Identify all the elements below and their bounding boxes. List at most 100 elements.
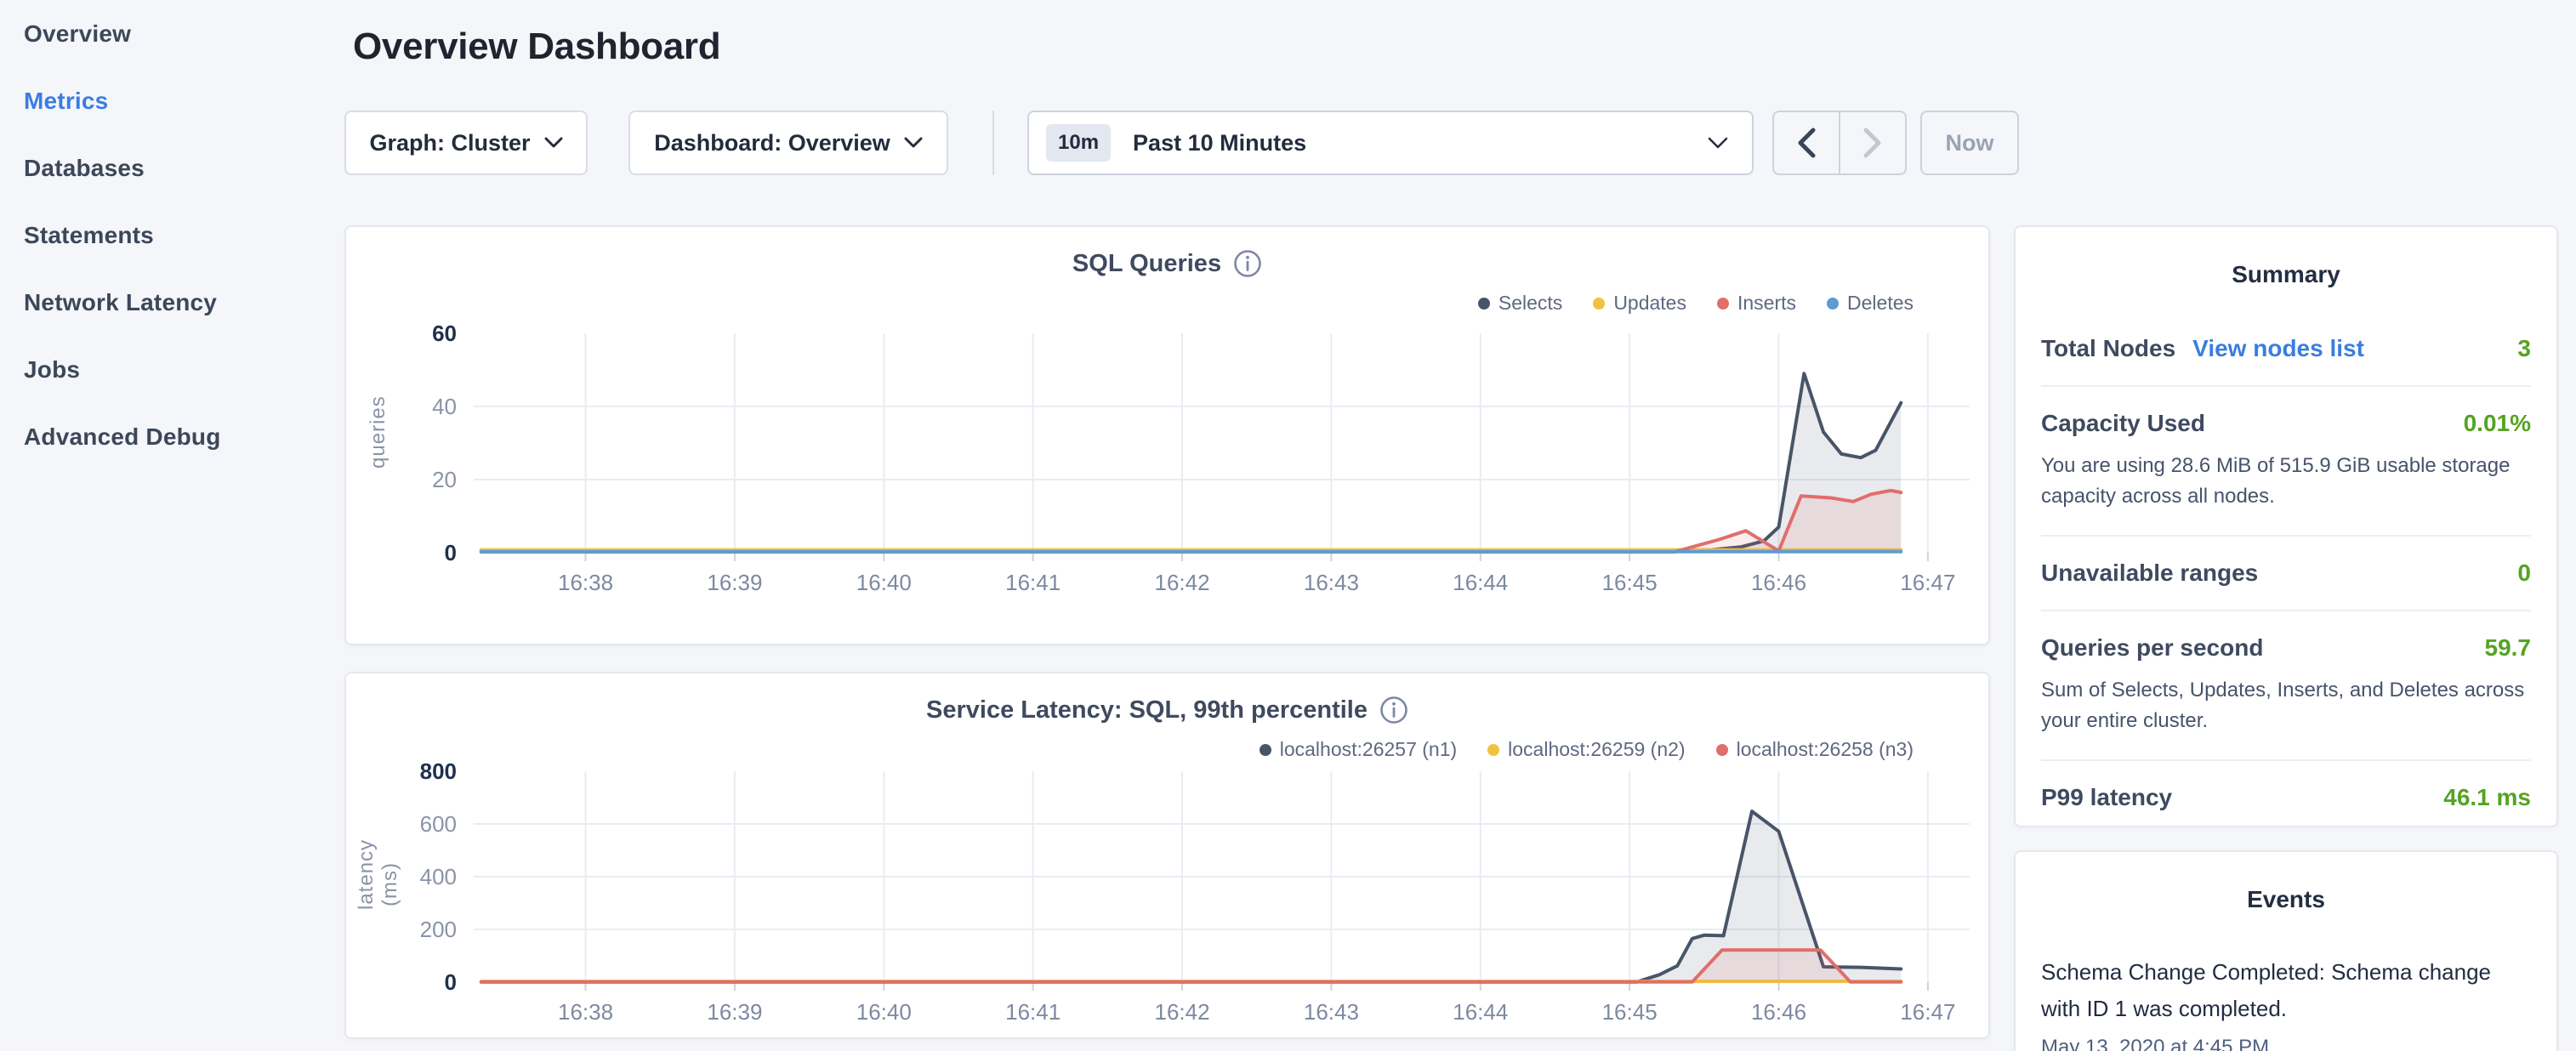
legend-item-inserts: Inserts: [1717, 292, 1796, 315]
y-axis-title: latency (ms): [355, 859, 402, 910]
chevron-down-icon: [544, 137, 563, 149]
sidebar-item-jobs[interactable]: Jobs: [0, 336, 342, 403]
sidebar-item-advanced-debug[interactable]: Advanced Debug: [0, 403, 342, 470]
svg-text:16:42: 16:42: [1154, 570, 1209, 595]
legend-label: localhost:26257 (n1): [1280, 738, 1457, 761]
svg-text:400: 400: [420, 864, 457, 889]
toolbar-divider: [992, 111, 994, 175]
summary-row-unavailable-ranges: Unavailable ranges 0: [2041, 535, 2531, 610]
legend-label: localhost:26258 (n3): [1737, 738, 1914, 761]
legend-label: localhost:26259 (n2): [1508, 738, 1685, 761]
summary-title: Summary: [2016, 261, 2556, 288]
time-window-picker[interactable]: 10m Past 10 Minutes: [1027, 111, 1754, 175]
summary-metric-label: Capacity Used: [2041, 410, 2205, 437]
svg-text:40: 40: [432, 394, 457, 419]
sql-queries-chart-card: SQL Queries SelectsUpdatesInsertsDeletes…: [344, 225, 1990, 645]
graph-dropdown-label: Graph: Cluster: [369, 130, 530, 156]
y-axis-title: queries: [367, 418, 390, 469]
chevron-right-icon: [1862, 128, 1883, 158]
summary-metric-label: Total Nodes: [2041, 335, 2175, 362]
summary-row-p99-latency: P99 latency46.1 ms: [2041, 759, 2531, 834]
summary-metric-value: 0.01%: [2464, 410, 2531, 437]
sidebar-item-statements[interactable]: Statements: [0, 202, 342, 269]
legend-dot-icon: [1717, 298, 1729, 310]
sidebar-item-metrics[interactable]: Metrics: [0, 67, 342, 134]
summary-row-queries-per-second: Queries per second59.7Sum of Selects, Up…: [2041, 610, 2531, 759]
sidebar: OverviewMetricsDatabasesStatementsNetwor…: [0, 0, 342, 1051]
next-time-button[interactable]: [1839, 112, 1905, 173]
prev-time-button[interactable]: [1774, 112, 1839, 173]
svg-text:60: 60: [432, 325, 457, 346]
legend-item-selects: Selects: [1478, 292, 1562, 315]
legend-label: Deletes: [1847, 292, 1914, 315]
time-step-buttons: [1772, 111, 1907, 175]
summary-metric-label: Queries per second: [2041, 634, 2263, 662]
event-message: Schema Change Completed: Schema change w…: [2041, 954, 2531, 1027]
info-icon[interactable]: [1379, 696, 1408, 724]
service-latency-chart-card: Service Latency: SQL, 99th percentile lo…: [344, 672, 1990, 1039]
svg-text:16:38: 16:38: [558, 570, 613, 595]
summary-metric-note: You are using 28.6 MiB of 515.9 GiB usab…: [2041, 451, 2531, 512]
svg-text:0: 0: [445, 540, 457, 565]
svg-text:16:45: 16:45: [1602, 999, 1658, 1025]
svg-text:200: 200: [420, 917, 457, 942]
event-timestamp: May 13, 2020 at 4:45 PM: [2041, 1036, 2531, 1051]
now-button[interactable]: Now: [1920, 111, 2019, 175]
summary-panel: Summary Total NodesView nodes list3Capac…: [2014, 225, 2558, 827]
legend-label: Selects: [1498, 292, 1562, 315]
page-title: Overview Dashboard: [353, 26, 720, 68]
info-icon[interactable]: [1233, 249, 1262, 278]
legend-item-localhost-26259-n2: localhost:26259 (n2): [1487, 738, 1685, 761]
time-window-label: Past 10 Minutes: [1133, 130, 1306, 156]
legend-item-deletes: Deletes: [1827, 292, 1914, 315]
legend-dot-icon: [1260, 744, 1271, 756]
legend-label: Inserts: [1737, 292, 1796, 315]
chart-legend: localhost:26257 (n1) localhost:26259 (n2)…: [1260, 738, 1914, 761]
svg-text:600: 600: [420, 811, 457, 837]
summary-metric-value: 0: [2517, 560, 2531, 587]
sidebar-item-network-latency[interactable]: Network Latency: [0, 269, 342, 336]
legend-dot-icon: [1827, 298, 1839, 310]
summary-metric-label: Unavailable ranges: [2041, 560, 2258, 587]
legend-item-localhost-26257-n1: localhost:26257 (n1): [1260, 738, 1457, 761]
svg-text:16:39: 16:39: [707, 999, 762, 1025]
summary-row-total-nodes: Total NodesView nodes list3: [2041, 312, 2531, 385]
svg-text:16:44: 16:44: [1453, 570, 1508, 595]
events-title: Events: [2016, 886, 2556, 913]
sidebar-item-databases[interactable]: Databases: [0, 134, 342, 202]
sql-queries-plot[interactable]: 16:3816:3916:4016:4116:4216:4316:4416:45…: [346, 325, 1978, 605]
svg-text:16:40: 16:40: [856, 570, 912, 595]
svg-text:800: 800: [420, 763, 457, 784]
svg-text:16:41: 16:41: [1005, 570, 1061, 595]
chevron-left-icon: [1796, 128, 1817, 158]
svg-text:20: 20: [432, 467, 457, 492]
legend-dot-icon: [1487, 744, 1499, 756]
graph-dropdown[interactable]: Graph: Cluster: [344, 111, 588, 175]
summary-row-capacity-used: Capacity Used 0.01% You are using 28.6 MiB…: [2041, 385, 2531, 535]
summary-rows: Total NodesView nodes list3Capacity Used…: [2041, 312, 2531, 834]
app: OverviewMetricsDatabasesStatementsNetwor…: [0, 0, 2576, 1051]
svg-text:16:38: 16:38: [558, 999, 613, 1025]
dashboard-dropdown[interactable]: Dashboard: Overview: [628, 111, 948, 175]
legend-dot-icon: [1593, 298, 1605, 310]
svg-text:16:47: 16:47: [1900, 570, 1955, 595]
svg-text:16:46: 16:46: [1751, 570, 1806, 595]
summary-metric-value: 59.7: [2485, 634, 2532, 662]
svg-text:16:41: 16:41: [1005, 999, 1061, 1025]
chevron-down-icon: [1708, 137, 1728, 150]
events-panel: Events Schema Change Completed: Schema c…: [2014, 850, 2558, 1051]
view-nodes-link[interactable]: View nodes list: [2192, 335, 2364, 362]
legend-item-updates: Updates: [1593, 292, 1686, 315]
svg-text:16:47: 16:47: [1900, 999, 1955, 1025]
dashboard-dropdown-label: Dashboard: Overview: [654, 130, 890, 156]
svg-text:16:42: 16:42: [1154, 999, 1209, 1025]
legend-item-localhost-26258-n3: localhost:26258 (n3): [1716, 738, 1914, 761]
service-latency-plot[interactable]: 16:3816:3916:4016:4116:4216:4316:4416:45…: [346, 763, 1978, 1043]
svg-text:16:46: 16:46: [1751, 999, 1806, 1025]
svg-text:16:43: 16:43: [1304, 570, 1359, 595]
legend-label: Updates: [1613, 292, 1686, 315]
event-item[interactable]: Schema Change Completed: Schema change w…: [2041, 954, 2531, 1051]
legend-dot-icon: [1478, 298, 1490, 310]
summary-metric-value: 46.1 ms: [2443, 784, 2531, 811]
sidebar-item-overview[interactable]: Overview: [0, 0, 342, 67]
